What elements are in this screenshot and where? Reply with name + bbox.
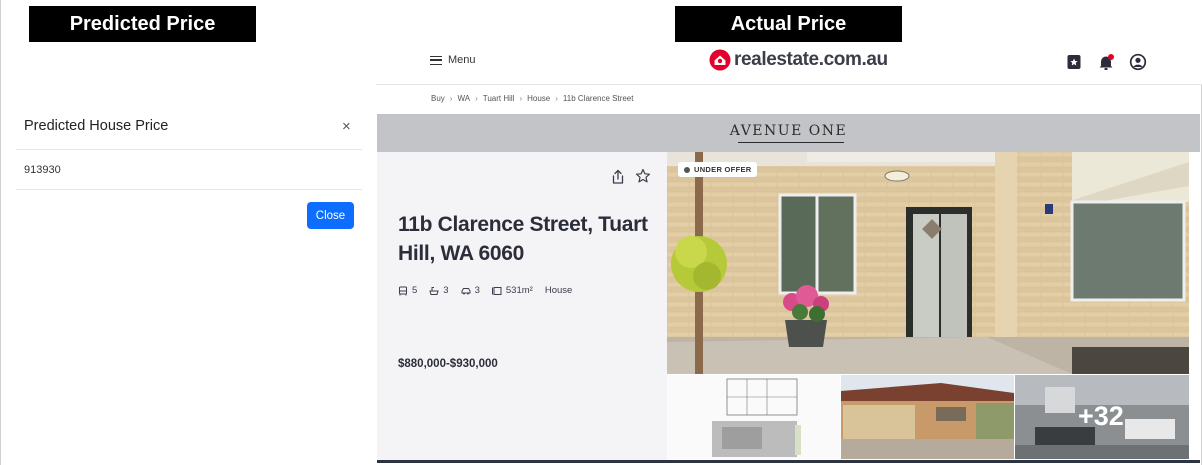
logo-text: realestate.com.au bbox=[734, 49, 888, 70]
agency-logo-underline bbox=[738, 142, 844, 143]
predicted-price-value: 913930 bbox=[24, 164, 61, 176]
land-size-icon bbox=[491, 286, 502, 295]
breadcrumb-current: 11b Clarence Street bbox=[562, 94, 634, 103]
bottom-divider bbox=[377, 460, 1200, 463]
saved-listings-icon[interactable] bbox=[1065, 53, 1083, 71]
share-icon[interactable] bbox=[610, 169, 626, 185]
bed-icon bbox=[399, 286, 407, 295]
house-porch-image bbox=[667, 152, 1189, 374]
modal-title: Predicted House Price bbox=[24, 118, 169, 134]
predicted-price-modal: Predicted House Price × 913930 Close bbox=[0, 0, 376, 465]
status-badge-text: UNDER OFFER bbox=[694, 165, 752, 174]
account-icon[interactable] bbox=[1129, 53, 1147, 71]
chevron-right-icon: › bbox=[519, 94, 523, 103]
property-type: House bbox=[544, 285, 573, 296]
status-badge: UNDER OFFER bbox=[678, 162, 758, 177]
menu-button[interactable]: Menu bbox=[430, 54, 476, 66]
breadcrumb: Buy › WA › Tuart Hill › House › 11b Clar… bbox=[431, 94, 633, 103]
land-size: 531m² bbox=[505, 285, 533, 296]
parking-count: 3 bbox=[474, 285, 480, 296]
modal-divider bbox=[16, 149, 362, 150]
more-photos-count: +32 bbox=[1078, 401, 1124, 431]
bath-icon bbox=[429, 286, 439, 295]
breadcrumb-item[interactable]: WA bbox=[457, 94, 470, 103]
listing-summary: 11b Clarence Street, Tuart Hill, WA 6060… bbox=[377, 152, 667, 462]
site-logo[interactable]: realestate.com.au bbox=[709, 49, 888, 71]
hamburger-icon bbox=[430, 55, 442, 65]
status-dot-icon bbox=[684, 166, 690, 173]
agency-logo-text: AVENUE ONE bbox=[729, 123, 848, 139]
actual-price-label-text: Actual Price bbox=[730, 12, 847, 35]
modal-close-icon[interactable]: × bbox=[342, 118, 351, 135]
listing-price: $880,000-$930,000 bbox=[398, 358, 498, 370]
breadcrumb-item[interactable]: Tuart Hill bbox=[483, 94, 515, 103]
agency-banner[interactable]: AVENUE ONE bbox=[377, 114, 1200, 152]
car-icon bbox=[461, 287, 471, 294]
breadcrumb-item[interactable]: House bbox=[527, 94, 550, 103]
listing-address: 11b Clarence Street, Tuart Hill, WA 6060 bbox=[398, 213, 648, 265]
bedrooms-count: 5 bbox=[412, 285, 418, 296]
chevron-right-icon: › bbox=[475, 94, 478, 103]
logo-icon bbox=[709, 49, 731, 71]
close-button[interactable]: Close bbox=[307, 202, 354, 229]
interior-thumbnail[interactable]: +32 bbox=[1015, 375, 1189, 459]
house-front-thumbnail[interactable] bbox=[841, 375, 1014, 459]
bathrooms-count: 3 bbox=[443, 285, 449, 296]
house-front-image bbox=[841, 375, 1014, 459]
main-property-photo[interactable]: UNDER OFFER bbox=[667, 152, 1189, 374]
chevron-right-icon: › bbox=[449, 94, 453, 103]
notifications-icon[interactable] bbox=[1097, 53, 1115, 71]
star-icon[interactable] bbox=[635, 168, 651, 184]
floorplan-thumbnail[interactable] bbox=[667, 375, 840, 459]
floorplan-image bbox=[667, 375, 840, 459]
modal-divider bbox=[16, 189, 362, 190]
top-navigation: Menu realestate.com.au bbox=[376, 42, 1202, 85]
listing-page: Menu realestate.com.au Buy › WA › Tuart … bbox=[376, 42, 1202, 465]
breadcrumb-item[interactable]: Buy bbox=[431, 94, 445, 103]
chevron-right-icon: › bbox=[555, 94, 558, 103]
actual-price-label: Actual Price bbox=[675, 6, 902, 42]
property-features: 5 3 3 531m² House bbox=[398, 285, 572, 296]
menu-label: Menu bbox=[448, 54, 476, 66]
